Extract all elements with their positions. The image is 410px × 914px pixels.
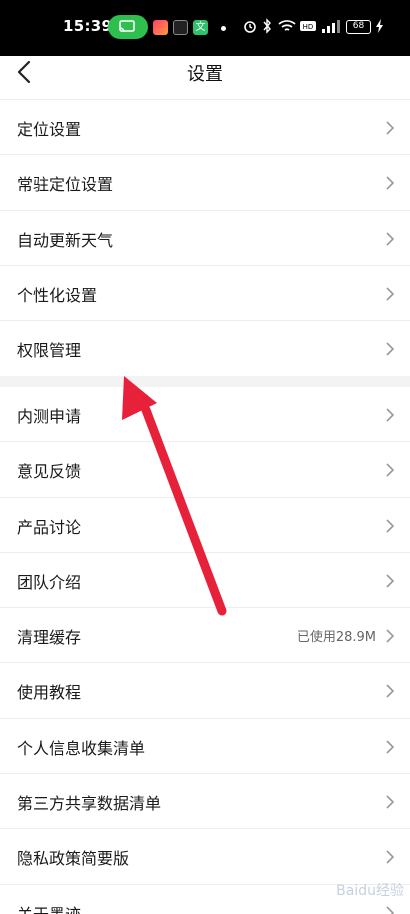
chevron-right-icon: [386, 287, 394, 301]
chevron-right-icon: [386, 574, 394, 588]
setting-feedback[interactable]: 意见反馈: [0, 442, 410, 498]
setting-beta-apply[interactable]: 内测申请: [0, 387, 410, 443]
setting-label: 使用教程: [17, 683, 82, 703]
setting-label: 常驻定位设置: [17, 175, 114, 195]
setting-label: 意见反馈: [17, 462, 82, 482]
setting-location[interactable]: 定位设置: [0, 100, 410, 156]
status-bar: 15:39 文 HD 68: [0, 0, 410, 56]
battery-icon: 68: [346, 20, 371, 34]
setting-team-intro[interactable]: 团队介绍: [0, 553, 410, 609]
wifi-icon: [278, 20, 296, 31]
hd-app-icon: [173, 20, 188, 35]
setting-label: 第三方共享数据清单: [17, 794, 162, 814]
setting-label: 产品讨论: [17, 517, 82, 537]
settings-list-secondary: 内测申请 意见反馈 产品讨论 团队介绍 清理缓存 已使用28.9M 使用教程 个…: [0, 387, 410, 914]
signal-icon: [322, 20, 340, 33]
cache-size-value: 已使用28.9M: [296, 630, 376, 646]
setting-label: 团队介绍: [17, 572, 82, 592]
cast-icon: [108, 15, 148, 39]
alarm-icon: [244, 21, 256, 33]
translate-app-icon: 文: [193, 20, 208, 35]
setting-resident-location[interactable]: 常驻定位设置: [0, 155, 410, 211]
setting-product-discussion[interactable]: 产品讨论: [0, 498, 410, 553]
chevron-right-icon: [386, 850, 394, 864]
chevron-right-icon: [386, 463, 394, 477]
chevron-right-icon: [386, 629, 394, 643]
watermark: Baidu经验: [336, 883, 404, 899]
charging-icon: [376, 19, 383, 33]
chevron-right-icon: [386, 408, 394, 422]
status-time: 15:39: [63, 17, 113, 35]
svg-text:HD: HD: [303, 23, 314, 31]
setting-label: 权限管理: [17, 341, 82, 361]
section-divider: [0, 376, 410, 387]
header: 设置: [0, 56, 410, 100]
chevron-right-icon: [386, 740, 394, 754]
video-app-icon: [153, 20, 168, 35]
chevron-right-icon: [386, 519, 394, 533]
setting-third-party-data-list[interactable]: 第三方共享数据清单: [0, 774, 410, 830]
dot-icon: [221, 26, 226, 31]
chevron-right-icon: [386, 795, 394, 809]
setting-permission-management[interactable]: 权限管理: [0, 321, 410, 376]
chevron-right-icon: [386, 121, 394, 135]
setting-auto-update-weather[interactable]: 自动更新天气: [0, 211, 410, 266]
hd-icon: HD: [300, 21, 316, 31]
setting-tutorial[interactable]: 使用教程: [0, 663, 410, 719]
bluetooth-icon: [263, 18, 271, 34]
setting-label: 关于墨迹: [17, 901, 81, 914]
setting-clear-cache[interactable]: 清理缓存 已使用28.9M: [0, 608, 410, 664]
chevron-right-icon: [386, 342, 394, 356]
chevron-right-icon: [386, 176, 394, 190]
setting-personal-info-list[interactable]: 个人信息收集清单: [0, 719, 410, 775]
chevron-right-icon: [386, 232, 394, 246]
setting-label: 个人信息收集清单: [17, 738, 146, 758]
page-title: 设置: [187, 64, 223, 85]
setting-privacy-policy-brief[interactable]: 隐私政策简要版: [0, 829, 410, 885]
setting-label: 定位设置: [17, 120, 82, 139]
setting-label: 自动更新天气: [17, 230, 114, 250]
setting-label: 个性化设置: [17, 285, 98, 305]
chevron-right-icon: [386, 906, 394, 914]
setting-label: 清理缓存: [17, 628, 82, 648]
settings-list-primary: 定位设置 常驻定位设置 自动更新天气 个性化设置 权限管理: [0, 100, 410, 376]
setting-personalization[interactable]: 个性化设置: [0, 266, 410, 322]
chevron-right-icon: [386, 684, 394, 699]
setting-label: 内测申请: [17, 407, 82, 426]
setting-label: 隐私政策简要版: [17, 849, 130, 869]
